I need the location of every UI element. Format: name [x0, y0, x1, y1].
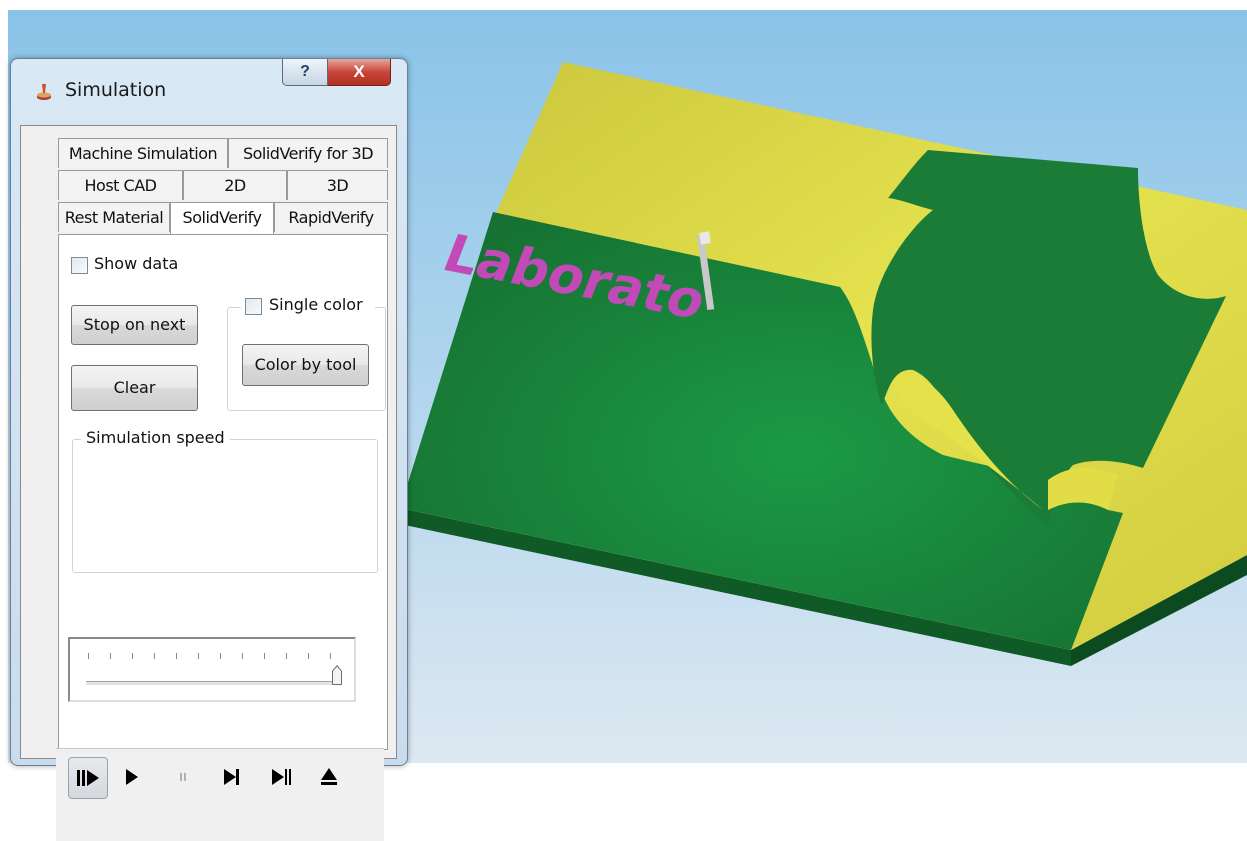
step-play-icon — [77, 770, 99, 786]
simulation-window: Simulation ? X Machine Simulation SolidV… — [10, 58, 408, 841]
playback-toolbar — [56, 748, 384, 841]
tab-rapidverify[interactable]: RapidVerify — [274, 202, 388, 232]
single-color-checkbox[interactable] — [245, 298, 262, 315]
play-icon — [126, 769, 138, 785]
clear-button[interactable]: Clear — [71, 365, 198, 411]
app-icon — [37, 84, 51, 100]
tab-host-cad[interactable]: Host CAD — [58, 170, 183, 200]
tab-3d[interactable]: 3D — [287, 170, 388, 200]
show-data-checkbox[interactable] — [71, 257, 88, 274]
window-client-area: Machine Simulation SolidVerify for 3D Ho… — [20, 125, 397, 841]
tab-row-2: Host CAD 2D 3D — [58, 170, 388, 200]
step-forward-icon — [224, 769, 239, 785]
simulation-speed-label: Simulation speed — [81, 428, 230, 447]
tab-row-1: Machine Simulation SolidVerify for 3D — [58, 138, 388, 168]
window-title: Simulation — [65, 79, 167, 101]
skip-to-end-button[interactable] — [262, 757, 302, 799]
title-bar[interactable]: Simulation ? X — [11, 59, 407, 113]
close-button[interactable]: X — [328, 59, 391, 86]
tab-rest-material[interactable]: Rest Material — [58, 202, 170, 232]
single-color-label: Single color — [269, 295, 363, 314]
tab-machine-simulation[interactable]: Machine Simulation — [58, 138, 228, 168]
skip-to-end-icon — [272, 769, 291, 785]
tab-row-3: Rest Material SolidVerify RapidVerify — [58, 202, 388, 235]
show-data-label: Show data — [94, 254, 179, 273]
eject-button[interactable] — [310, 757, 350, 799]
color-by-tool-button[interactable]: Color by tool — [242, 344, 369, 386]
pause-button[interactable] — [164, 757, 204, 799]
simulation-speed-slider[interactable] — [68, 637, 356, 702]
tab-solidverify[interactable]: SolidVerify — [170, 202, 274, 235]
step-forward-button[interactable] — [214, 757, 254, 799]
tab-2d[interactable]: 2D — [183, 170, 287, 200]
single-color-legend: Single color — [241, 293, 375, 319]
tab-solidverify-for-3d[interactable]: SolidVerify for 3D — [228, 138, 388, 168]
step-play-button[interactable] — [68, 757, 108, 799]
help-button[interactable]: ? — [282, 59, 328, 86]
slider-thumb[interactable] — [332, 665, 342, 685]
slider-track — [86, 681, 338, 686]
simulation-speed-group — [72, 439, 378, 573]
stop-on-next-button[interactable]: Stop on next — [71, 305, 198, 345]
play-button[interactable] — [114, 757, 154, 799]
eject-icon — [321, 768, 337, 785]
pause-icon — [180, 773, 186, 781]
